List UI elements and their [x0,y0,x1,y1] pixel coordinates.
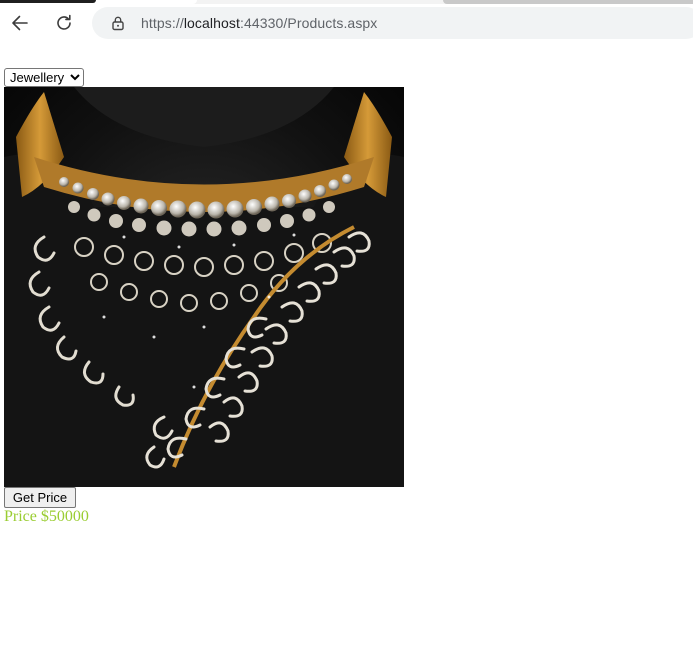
get-price-button[interactable]: Get Price [4,487,76,508]
active-tab-indicator [0,0,96,3]
address-bar[interactable]: https://localhost:44330/Products.aspx [92,7,693,39]
url-text[interactable]: https://localhost:44330/Products.aspx [141,15,377,31]
category-select[interactable]: Jewellery [4,68,84,87]
arrow-left-icon [12,15,28,31]
browser-toolbar: https://localhost:44330/Products.aspx [0,4,693,42]
url-scheme: https:// [141,15,184,31]
reload-button[interactable] [49,9,79,37]
lock-icon[interactable] [110,15,126,31]
reload-icon [57,14,71,30]
back-button[interactable] [5,9,35,37]
url-path: :44330/Products.aspx [239,15,378,31]
product-image-necklace [4,87,404,487]
price-label: Price $50000 [4,508,89,525]
url-host: localhost [183,15,240,31]
